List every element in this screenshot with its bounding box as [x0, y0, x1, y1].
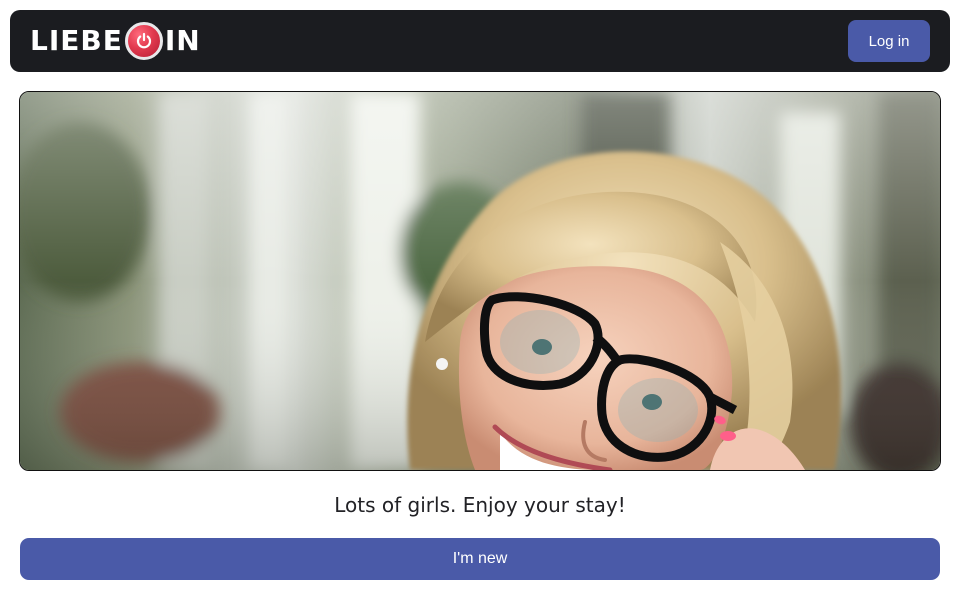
hero-image — [19, 91, 941, 471]
logo-text-right: IN — [164, 24, 201, 57]
tagline: Lots of girls. Enjoy your stay! — [334, 493, 626, 517]
im-new-button[interactable]: I'm new — [20, 538, 940, 580]
logo[interactable]: LIEBE IN — [30, 21, 201, 61]
hero-photo — [20, 92, 940, 470]
top-bar: LIEBE IN Log in — [10, 10, 950, 72]
login-button[interactable]: Log in — [848, 20, 930, 62]
power-icon — [124, 22, 163, 60]
logo-text-left: LIEBE — [30, 24, 123, 57]
